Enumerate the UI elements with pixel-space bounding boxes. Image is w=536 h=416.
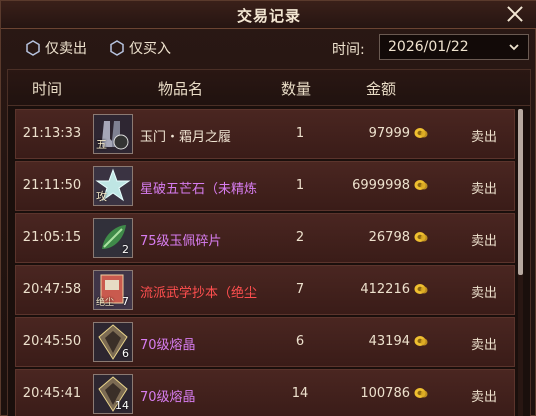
- gold-coin-icon: [414, 387, 428, 399]
- chevron-down-icon: [509, 44, 519, 51]
- table-header: 时间 物品名 数量 金额: [8, 70, 530, 106]
- row-amount: 26798: [368, 230, 410, 245]
- stack-count: 14: [115, 399, 129, 412]
- table-row[interactable]: 21:05:15 2 75级玉佩碎片 2 26798 卖出: [15, 213, 515, 263]
- row-amount: 412216: [360, 282, 410, 297]
- row-quantity: 14: [291, 386, 309, 401]
- row-quantity: 6: [295, 334, 305, 349]
- header-quantity: 数量: [281, 80, 312, 98]
- row-amount: 97999: [368, 126, 410, 141]
- row-item-name[interactable]: 流派武学抄本（绝尘: [140, 282, 270, 301]
- time-filter-label: 时间:: [332, 42, 365, 58]
- only-sell-label: 仅卖出: [45, 41, 87, 57]
- jade-leaf-icon[interactable]: 2: [93, 218, 133, 258]
- row-trade-type: 卖出: [470, 130, 497, 145]
- row-time: 20:45:41: [22, 386, 82, 401]
- icon-badge: 攻: [96, 190, 107, 203]
- row-time: 21:05:15: [22, 230, 82, 245]
- row-trade-type: 卖出: [470, 390, 497, 405]
- row-quantity: 1: [295, 178, 305, 193]
- hex-checkbox-icon: [110, 40, 124, 56]
- star-gem-icon[interactable]: 攻: [93, 166, 133, 206]
- row-trade-type: 卖出: [470, 234, 497, 249]
- row-item-name[interactable]: 70级熔晶: [140, 386, 270, 405]
- row-quantity: 1: [295, 126, 305, 141]
- crystal-icon[interactable]: 14: [93, 374, 133, 414]
- close-icon[interactable]: [505, 4, 525, 24]
- trade-record-window: 交易记录 仅卖出 仅买入 时间: 2026/01/22 时间 物品名 数量 金额…: [0, 0, 536, 416]
- header-time: 时间: [32, 80, 63, 98]
- date-select[interactable]: 2026/01/22: [379, 34, 529, 60]
- row-item-name[interactable]: 75级玉佩碎片: [140, 230, 270, 249]
- header-item-name: 物品名: [158, 80, 204, 98]
- table-row[interactable]: 21:11:50 攻 星破五芒石（未精炼 1 6999998 卖出: [15, 161, 515, 211]
- row-trade-type: 卖出: [470, 182, 497, 197]
- only-sell-checkbox[interactable]: 仅卖出: [25, 39, 87, 57]
- scrollbar-thumb[interactable]: [518, 109, 523, 275]
- table-row[interactable]: 20:47:58 绝尘 7 流派武学抄本（绝尘 7 412216 卖出: [15, 265, 515, 315]
- row-amount: 100786: [360, 386, 410, 401]
- row-quantity: 2: [295, 230, 305, 245]
- stack-count: 2: [122, 243, 129, 256]
- title-bar: 交易记录: [1, 1, 536, 29]
- crystal-icon[interactable]: 6: [93, 322, 133, 362]
- header-amount: 金额: [366, 80, 397, 98]
- row-item-name[interactable]: 70级熔晶: [140, 334, 270, 353]
- row-amount: 6999998: [352, 178, 410, 193]
- row-trade-type: 卖出: [470, 286, 497, 301]
- row-item-name[interactable]: 星破五芒石（未精炼: [140, 178, 270, 197]
- gold-coin-icon: [414, 127, 428, 139]
- icon-badge: 绝尘: [96, 298, 115, 308]
- filter-bar: 仅卖出 仅买入 时间: 2026/01/22: [1, 29, 536, 67]
- row-amount: 43194: [368, 334, 410, 349]
- row-item-name[interactable]: 玉门・霜月之履: [140, 126, 270, 145]
- boots-icon[interactable]: 五: [93, 114, 133, 154]
- row-time: 20:47:58: [22, 282, 82, 297]
- stack-count: 7: [122, 295, 129, 308]
- table-row[interactable]: 20:45:50 6 70级熔晶 6 43194 卖出: [15, 317, 515, 367]
- gold-coin-icon: [414, 283, 428, 295]
- stack-count: 6: [122, 347, 129, 360]
- row-quantity: 7: [295, 282, 305, 297]
- book-icon[interactable]: 绝尘 7: [93, 270, 133, 310]
- only-buy-checkbox[interactable]: 仅买入: [109, 39, 171, 57]
- only-buy-label: 仅买入: [129, 41, 171, 57]
- row-time: 21:13:33: [22, 126, 82, 141]
- table-row[interactable]: 20:45:41 14 70级熔晶 14 100786 卖出: [15, 369, 515, 416]
- date-value: 2026/01/22: [388, 39, 469, 55]
- gold-coin-icon: [414, 335, 428, 347]
- row-time: 21:11:50: [22, 178, 82, 193]
- table-row[interactable]: 21:13:33 五 玉门・霜月之履 1 97999 卖出: [15, 109, 515, 159]
- gold-coin-icon: [414, 179, 428, 191]
- gold-coin-icon: [414, 231, 428, 243]
- window-title: 交易记录: [236, 7, 301, 25]
- row-time: 20:45:50: [22, 334, 82, 349]
- table-rows: 21:13:33 五 玉门・霜月之履 1 97999 卖出 21:11:50 攻 星破五芒石（未…: [15, 109, 515, 416]
- hex-checkbox-icon: [26, 40, 40, 56]
- row-trade-type: 卖出: [470, 338, 497, 353]
- icon-badge: 五: [96, 138, 107, 151]
